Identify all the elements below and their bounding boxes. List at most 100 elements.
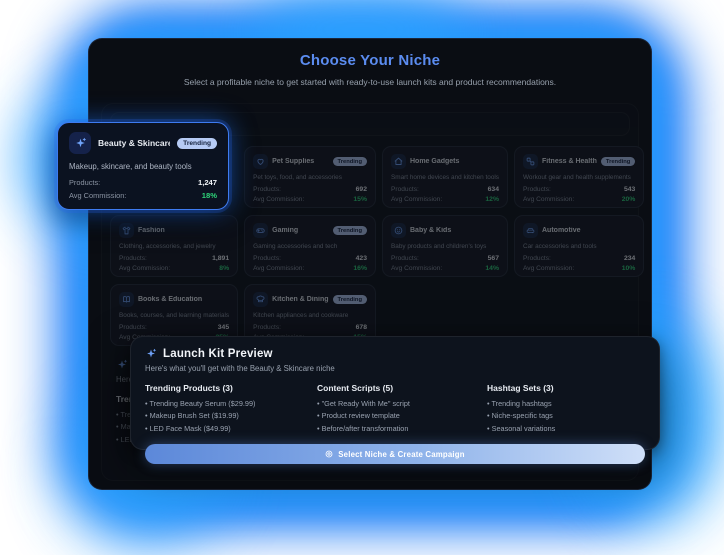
products-stat: Products: 692	[253, 186, 367, 193]
list-item: Trending hashtags	[487, 398, 645, 410]
products-stat: Products: 678	[253, 324, 367, 331]
sparkles-icon	[116, 359, 128, 371]
card-header: Fashion	[119, 223, 229, 238]
commission-label: Avg Commission:	[523, 265, 574, 272]
products-stat: Products: 345	[119, 324, 229, 331]
list-item: Makeup Brush Set ($19.99)	[145, 410, 317, 422]
commission-label: Avg Commission:	[69, 191, 126, 200]
niche-name: Books & Education	[138, 296, 229, 303]
card-header: Gaming Trending	[253, 223, 367, 238]
niche-card-home-gadgets[interactable]: Home Gadgets Smart home devices and kitc…	[382, 146, 508, 208]
products-stat: Products: 234	[523, 255, 635, 262]
column-heading: Trending Products (3)	[145, 383, 317, 393]
book-icon	[119, 292, 134, 307]
sparkles-icon	[69, 132, 91, 154]
column-list: "Get Ready With Me" script Product revie…	[317, 398, 487, 435]
card-header: Automotive	[523, 223, 635, 238]
commission-value: 18%	[202, 191, 217, 200]
launch-kit-title-row: Launch Kit Preview	[145, 348, 645, 360]
sparkles-icon	[145, 348, 157, 360]
list-item: LED Face Mask ($49.99)	[145, 423, 317, 435]
trending-products-column: Trending Products (3) Trending Beauty Se…	[145, 383, 317, 435]
commission-stat: Avg Commission: 8%	[119, 265, 229, 272]
heart-icon	[253, 154, 268, 169]
trending-badge: Trending	[333, 295, 367, 304]
products-label: Products:	[253, 255, 281, 262]
niche-name: Home Gadgets	[410, 158, 499, 165]
card-header: Fitness & Health Trending	[523, 154, 635, 169]
commission-stat: Avg Commission: 16%	[253, 265, 367, 272]
page-header: Choose Your Niche Select a profitable ni…	[89, 39, 651, 89]
niche-name: Pet Supplies	[272, 158, 328, 165]
trending-badge: Trending	[177, 138, 217, 149]
list-item: Product review template	[317, 410, 487, 422]
niche-card-gaming[interactable]: Gaming Trending Gaming accessories and t…	[244, 215, 376, 277]
commission-value: 20%	[622, 196, 636, 203]
trending-badge: Trending	[333, 157, 367, 166]
list-item: Seasonal variations	[487, 423, 645, 435]
card-header: Baby & Kids	[391, 223, 499, 238]
products-stat: Products: 1,891	[119, 255, 229, 262]
commission-label: Avg Commission:	[391, 196, 442, 203]
products-label: Products:	[253, 186, 281, 193]
products-label: Products:	[523, 255, 551, 262]
niche-card-pet-supplies[interactable]: Pet Supplies Trending Pet toys, food, an…	[244, 146, 376, 208]
chef-hat-icon	[253, 292, 268, 307]
card-header: Pet Supplies Trending	[253, 154, 367, 169]
tshirt-icon	[119, 223, 134, 238]
niche-description: Makeup, skincare, and beauty tools	[69, 162, 217, 171]
products-stat: Products: 567	[391, 255, 499, 262]
commission-label: Avg Commission:	[523, 196, 574, 203]
niche-description: Smart home devices and kitchen tools	[391, 174, 499, 181]
products-label: Products:	[69, 178, 100, 187]
products-label: Products:	[391, 255, 419, 262]
niche-name: Automotive	[542, 227, 635, 234]
card-header: Books & Education	[119, 292, 229, 307]
products-label: Products:	[253, 324, 281, 331]
featured-card-beauty-skincare[interactable]: Beauty & Skincare Trending Makeup, skinc…	[57, 122, 229, 210]
niche-description: Baby products and children's toys	[391, 243, 499, 250]
products-stat: Products: 423	[253, 255, 367, 262]
niche-description: Clothing, accessories, and jewelry	[119, 243, 229, 250]
list-item: Trending Beauty Serum ($29.99)	[145, 398, 317, 410]
commission-value: 14%	[485, 265, 499, 272]
launch-kit-title: Launch Kit Preview	[163, 348, 273, 360]
content-scripts-column: Content Scripts (5) "Get Ready With Me" …	[317, 383, 487, 435]
products-value: 1,891	[212, 255, 229, 262]
niche-name: Baby & Kids	[410, 227, 499, 234]
list-item: Before/after transformation	[317, 423, 487, 435]
page-subtitle: Select a profitable niche to get started…	[160, 76, 580, 89]
niche-description: Kitchen appliances and cookware	[253, 312, 367, 319]
baby-icon	[391, 223, 406, 238]
column-list: Trending hashtags Niche-specific tags Se…	[487, 398, 645, 435]
trending-badge: Trending	[601, 157, 635, 166]
products-value: 692	[356, 186, 367, 193]
niche-card-automotive[interactable]: Automotive Car accessories and tools Pro…	[514, 215, 644, 277]
column-list: Trending Beauty Serum ($29.99) Makeup Br…	[145, 398, 317, 435]
commission-value: 10%	[622, 265, 636, 272]
commission-value: 16%	[353, 265, 367, 272]
car-icon	[523, 223, 538, 238]
launch-kit-subtitle: Here's what you'll get with the Beauty &…	[145, 364, 645, 373]
commission-label: Avg Commission:	[253, 196, 304, 203]
cta-label: Select Niche & Create Campaign	[338, 450, 464, 459]
trending-badge: Trending	[333, 226, 367, 235]
card-header: Beauty & Skincare Trending	[69, 132, 217, 154]
products-value: 678	[356, 324, 367, 331]
target-icon	[325, 450, 333, 458]
list-item: Niche-specific tags	[487, 410, 645, 422]
products-value: 567	[488, 255, 499, 262]
commission-label: Avg Commission:	[391, 265, 442, 272]
niche-card-fashion[interactable]: Fashion Clothing, accessories, and jewel…	[110, 215, 238, 277]
commission-stat: Avg Commission: 10%	[523, 265, 635, 272]
niche-card-fitness-health[interactable]: Fitness & Health Trending Workout gear a…	[514, 146, 644, 208]
commission-stat: Avg Commission: 14%	[391, 265, 499, 272]
column-heading: Content Scripts (5)	[317, 383, 487, 393]
products-label: Products:	[119, 255, 147, 262]
commission-stat: Avg Commission: 20%	[523, 196, 635, 203]
niche-card-baby-kids[interactable]: Baby & Kids Baby products and children's…	[382, 215, 508, 277]
products-label: Products:	[119, 324, 147, 331]
commission-stat: Avg Commission: 15%	[253, 196, 367, 203]
select-niche-create-campaign-button[interactable]: Select Niche & Create Campaign	[145, 444, 645, 464]
commission-value: 12%	[485, 196, 499, 203]
